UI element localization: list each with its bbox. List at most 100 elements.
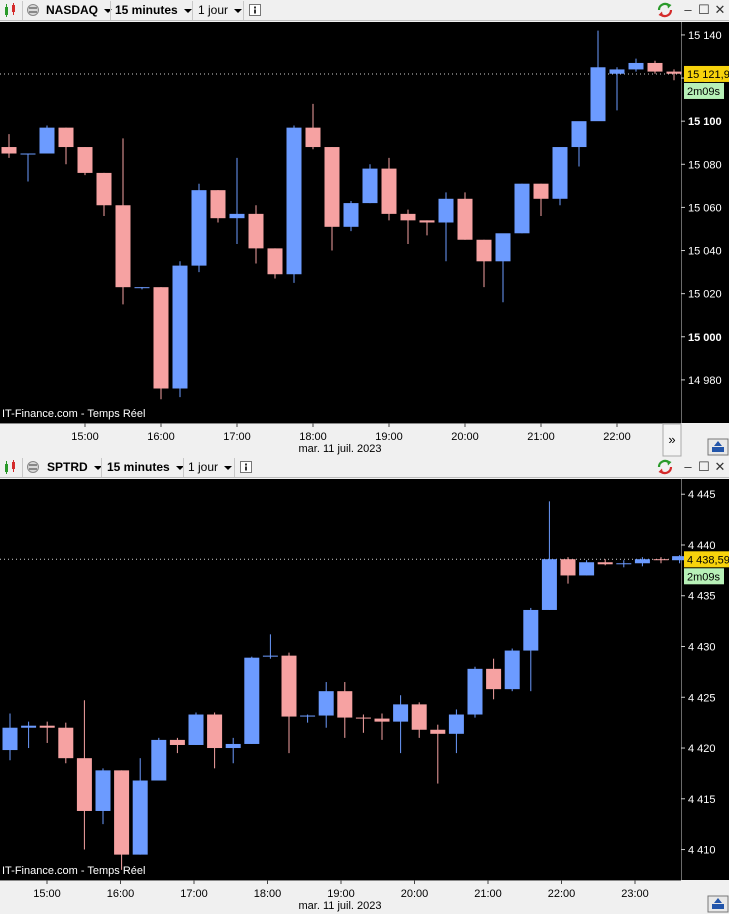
candle-body — [647, 62, 663, 72]
x-tick-label: 19:00 — [375, 431, 403, 443]
candle[interactable] — [191, 183, 207, 273]
candle-body — [552, 147, 568, 199]
countdown-text: 2m09s — [687, 86, 721, 98]
y-tick-label: 4 420 — [688, 743, 716, 755]
candle[interactable] — [267, 248, 283, 279]
candle-body — [337, 691, 353, 718]
symbol-selector[interactable]: NASDAQ — [46, 1, 113, 20]
interval-label: 15 minutes — [115, 3, 178, 17]
maximize-icon[interactable]: ☐ — [697, 459, 711, 475]
toolbar-separator — [101, 458, 102, 477]
candle-body — [355, 717, 371, 719]
candle-body — [77, 147, 93, 173]
axis-config-icon — [712, 447, 724, 452]
link-icon[interactable] — [26, 458, 40, 477]
axis-config-button[interactable] — [707, 895, 729, 913]
minimize-icon[interactable]: – — [681, 459, 695, 475]
symbol-selector[interactable]: SPTRD — [47, 458, 102, 477]
x-tick-label: 18:00 — [254, 888, 282, 900]
candle[interactable] — [172, 261, 188, 398]
maximize-icon[interactable]: ☐ — [697, 2, 711, 18]
toolbar-separator — [110, 1, 111, 20]
candle[interactable] — [58, 722, 74, 764]
candle-body — [324, 147, 340, 227]
candlestick-chart[interactable]: 4 445 4 440 4 435 4 430 4 425 4 420 4 415 4 410… — [0, 479, 729, 914]
candle[interactable] — [286, 125, 302, 283]
candle[interactable] — [552, 147, 568, 206]
candle[interactable] — [39, 125, 55, 154]
candle-body — [419, 220, 435, 223]
symbol-label: NASDAQ — [46, 3, 99, 17]
period-selector[interactable]: 1 jour — [188, 458, 233, 477]
candle-body — [58, 727, 74, 759]
candle[interactable] — [504, 648, 520, 692]
candle-body — [207, 714, 223, 749]
period-selector[interactable]: 1 jour — [198, 1, 243, 20]
refresh-icon[interactable] — [656, 1, 674, 20]
candle-body — [248, 213, 264, 249]
toolbar-separator — [183, 458, 184, 477]
scroll-right-button[interactable]: » — [662, 423, 682, 457]
candle-body — [244, 657, 260, 744]
watermark: IT-Finance.com - Temps Réel — [2, 408, 145, 420]
candle-body — [58, 127, 74, 148]
chart-panel-sptrd: SPTRD 15 minutes 1 jour – ☐ ✕ 4 445 4 440… — [0, 457, 729, 914]
candle-body — [281, 655, 297, 717]
candle[interactable] — [514, 183, 530, 234]
chevron-down-icon — [224, 465, 233, 470]
candle[interactable] — [343, 200, 359, 232]
candle-body — [393, 704, 409, 722]
last-price-tag: 15 121,9 — [684, 65, 729, 82]
candlestick-icon[interactable] — [3, 1, 19, 20]
candle-body — [1, 147, 17, 154]
info-icon[interactable] — [249, 1, 262, 20]
close-icon[interactable]: ✕ — [713, 459, 727, 475]
interval-selector[interactable]: 15 minutes — [107, 458, 184, 477]
candle-body — [2, 727, 18, 751]
info-icon[interactable] — [240, 458, 253, 477]
last-price-tag: 4 438,59 — [684, 551, 729, 568]
candle-body — [628, 62, 644, 70]
candle-body — [39, 127, 55, 154]
axis-config-button[interactable] — [707, 438, 729, 456]
candle-body — [634, 559, 650, 564]
candlestick-chart[interactable]: 15 14015 12015 10015 08015 06015 04015 0… — [0, 22, 729, 457]
candle[interactable] — [244, 656, 260, 744]
candle[interactable] — [188, 712, 204, 745]
candle-body — [114, 770, 130, 855]
candle-body — [20, 153, 36, 155]
candle-body — [362, 168, 378, 204]
y-tick-label: 4 440 — [688, 540, 716, 552]
x-tick-label: 21:00 — [527, 431, 555, 443]
toolbar-separator — [22, 458, 23, 477]
axis-config-icon — [712, 904, 724, 909]
minimize-icon[interactable]: – — [681, 2, 695, 18]
interval-selector[interactable]: 15 minutes — [115, 1, 192, 20]
candle[interactable] — [153, 287, 169, 400]
x-tick-label: 16:00 — [107, 888, 135, 900]
toolbar-separator — [234, 458, 235, 477]
close-icon[interactable]: ✕ — [713, 2, 727, 18]
candle[interactable] — [467, 666, 483, 718]
x-tick-label: 22:00 — [603, 431, 631, 443]
candle[interactable] — [151, 737, 167, 781]
candle-body — [467, 668, 483, 715]
link-icon[interactable] — [26, 1, 40, 20]
candle[interactable] — [362, 164, 378, 204]
candle[interactable] — [457, 192, 473, 240]
candle-body — [300, 715, 316, 717]
candle-body — [430, 729, 446, 734]
candlestick-icon[interactable] — [3, 458, 19, 477]
toolbar-separator — [22, 1, 23, 20]
candle[interactable] — [579, 560, 595, 576]
y-tick-label: 15 020 — [688, 289, 722, 301]
refresh-icon[interactable] — [656, 458, 674, 477]
candle-body — [523, 609, 539, 651]
candle-body — [374, 718, 390, 722]
y-tick-label: 4 435 — [688, 591, 716, 603]
candle[interactable] — [77, 147, 93, 176]
y-tick-label: 4 415 — [688, 794, 716, 806]
candle[interactable] — [210, 190, 226, 223]
candle-body — [400, 213, 416, 221]
candle-body — [609, 69, 625, 74]
